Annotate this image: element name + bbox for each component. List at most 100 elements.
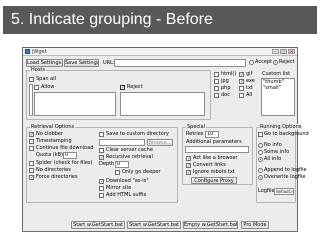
spider-checkbox[interactable] xyxy=(29,161,34,166)
force-directories-label: Force directories xyxy=(36,174,78,180)
quota-label: Quota (kB) xyxy=(36,152,64,158)
browse-button[interactable]: Browse... xyxy=(147,139,173,146)
clear-cache-label: Clear server cache xyxy=(106,147,153,153)
no-info-radio[interactable] xyxy=(258,143,263,148)
reject-hosts-label: Reject xyxy=(127,84,143,90)
custom-list-item: "small" xyxy=(263,85,281,91)
ignore-robots-checkbox[interactable]: ✓ xyxy=(186,170,191,176)
filetype-checkbox[interactable]: ✓ xyxy=(239,72,244,78)
download-as-is-checkbox[interactable]: ✓ xyxy=(99,179,104,185)
start-button[interactable]: Start w.GetStart.bat xyxy=(127,221,181,229)
minimize-icon[interactable]: – xyxy=(272,49,279,54)
filetype-checkbox[interactable]: ✓ xyxy=(239,79,244,85)
filetype-label: exe xyxy=(246,78,255,84)
recursive-label: Recursive retrieval xyxy=(106,154,153,160)
pro-mode-button[interactable]: Pro Mode xyxy=(241,221,269,229)
no-info-label: No info xyxy=(264,142,282,148)
no-clobber-label: No clobber xyxy=(36,131,64,137)
custom-list[interactable]: "thumb" "small" xyxy=(261,78,295,116)
filetype-label: html() xyxy=(221,71,237,77)
filetype-label: jpg xyxy=(221,78,229,84)
act-like-browser-checkbox[interactable]: ✓ xyxy=(186,156,191,162)
no-directories-label: No directories xyxy=(36,167,71,173)
convert-links-checkbox[interactable]: ✓ xyxy=(186,163,191,169)
filetype-label: gif xyxy=(246,71,253,77)
window-title: jWget xyxy=(32,49,47,55)
mirror-site-label: Mirror site xyxy=(106,185,132,191)
some-info-label: Some info xyxy=(264,149,290,155)
save-custom-dir-checkbox[interactable] xyxy=(99,132,104,137)
depth-label: Depth xyxy=(99,161,115,167)
only-go-deeper-label: Only go deeper xyxy=(122,169,161,175)
retries-label: Retries xyxy=(186,131,204,137)
save-custom-dir-label: Save to custom directory xyxy=(106,131,169,137)
filetype-checkbox[interactable] xyxy=(214,72,219,77)
add-html-suffix-checkbox[interactable] xyxy=(99,193,104,198)
filetype-checkbox[interactable] xyxy=(239,93,244,98)
load-settings-button[interactable]: Load Settings... xyxy=(26,59,63,67)
filetype-label: txt xyxy=(246,85,253,91)
quota-input[interactable]: 0 xyxy=(63,152,77,159)
mirror-site-checkbox[interactable] xyxy=(99,186,104,191)
url-label: URL: xyxy=(103,60,115,66)
filetype-label: php xyxy=(221,85,231,91)
save-settings-button[interactable]: Save Settings xyxy=(64,59,99,67)
clear-cache-checkbox[interactable] xyxy=(99,148,104,153)
window-titlebar: jWget – □ × xyxy=(23,48,297,56)
url-input[interactable] xyxy=(114,59,246,67)
some-info-radio[interactable] xyxy=(258,150,263,155)
hosts-title: Hosts xyxy=(30,67,46,73)
filetype-label: All xyxy=(246,92,253,98)
overwrite-logfile-radio[interactable] xyxy=(258,175,263,180)
retries-input[interactable]: 10 xyxy=(205,131,219,138)
accept-label: Accept xyxy=(255,59,273,65)
filetype-checkbox[interactable] xyxy=(239,86,244,91)
depth-input[interactable]: 0 xyxy=(115,161,129,168)
filetype-checkbox[interactable] xyxy=(214,86,219,91)
reject-label: Reject xyxy=(279,59,295,65)
hosts-scrollbar[interactable] xyxy=(29,84,33,116)
allow-label: Allow xyxy=(41,84,55,90)
filetype-label: doc xyxy=(221,92,230,98)
additional-params-input[interactable] xyxy=(185,146,249,153)
go-background-label: Go to background xyxy=(264,131,309,137)
custom-dir-input[interactable] xyxy=(99,139,145,146)
append-logfile-radio[interactable] xyxy=(258,168,263,173)
filetype-checkbox[interactable] xyxy=(214,93,219,98)
only-go-deeper-checkbox[interactable] xyxy=(115,170,120,175)
recursive-checkbox[interactable]: ✓ xyxy=(99,155,104,161)
allow-list[interactable] xyxy=(34,92,116,116)
configure-proxy-button[interactable]: Configure Proxy xyxy=(191,177,237,184)
no-clobber-checkbox[interactable]: ✓ xyxy=(29,132,34,138)
continue-download-checkbox[interactable] xyxy=(29,146,34,151)
no-directories-checkbox[interactable] xyxy=(29,168,34,173)
start-bat-button[interactable]: Start w.GetStart.bat xyxy=(71,221,125,229)
all-info-radio[interactable] xyxy=(258,157,263,162)
ignore-robots-label: Ignore robots.txt xyxy=(193,169,235,175)
convert-links-label: Convert links xyxy=(193,162,226,168)
go-background-checkbox[interactable] xyxy=(258,132,263,137)
add-html-suffix-label: Add HTML suffix xyxy=(106,192,147,198)
reject-checkbox[interactable]: ✓ xyxy=(120,85,125,91)
accept-radio[interactable] xyxy=(249,60,254,65)
reject-list[interactable] xyxy=(120,92,205,116)
empty-bat-button[interactable]: Empty w.GetStart.bat xyxy=(183,221,238,229)
running-title: Running Options xyxy=(259,124,303,130)
force-directories-checkbox[interactable]: ✓ xyxy=(29,175,34,181)
download-as-is-label: Download "as-is" xyxy=(106,178,149,184)
additional-params-label: Additional parameters xyxy=(186,139,242,145)
retrieval-title: Retrieval Options xyxy=(30,124,76,130)
app-icon xyxy=(25,49,30,54)
act-like-browser-label: Act like a browser xyxy=(193,155,238,161)
all-info-label: All info xyxy=(264,156,282,162)
reject-radio[interactable] xyxy=(273,60,278,65)
span-all-checkbox[interactable] xyxy=(29,77,34,82)
filetype-checkbox[interactable] xyxy=(214,79,219,84)
timestamping-checkbox[interactable] xyxy=(29,139,34,144)
close-icon[interactable]: × xyxy=(288,49,295,54)
spider-label: Spider (check for files) xyxy=(36,160,93,166)
maximize-icon[interactable]: □ xyxy=(280,49,287,54)
logfile-input[interactable]: default.log xyxy=(274,188,294,195)
allow-checkbox[interactable] xyxy=(34,85,39,90)
custom-list-label: Custom list xyxy=(262,71,291,77)
